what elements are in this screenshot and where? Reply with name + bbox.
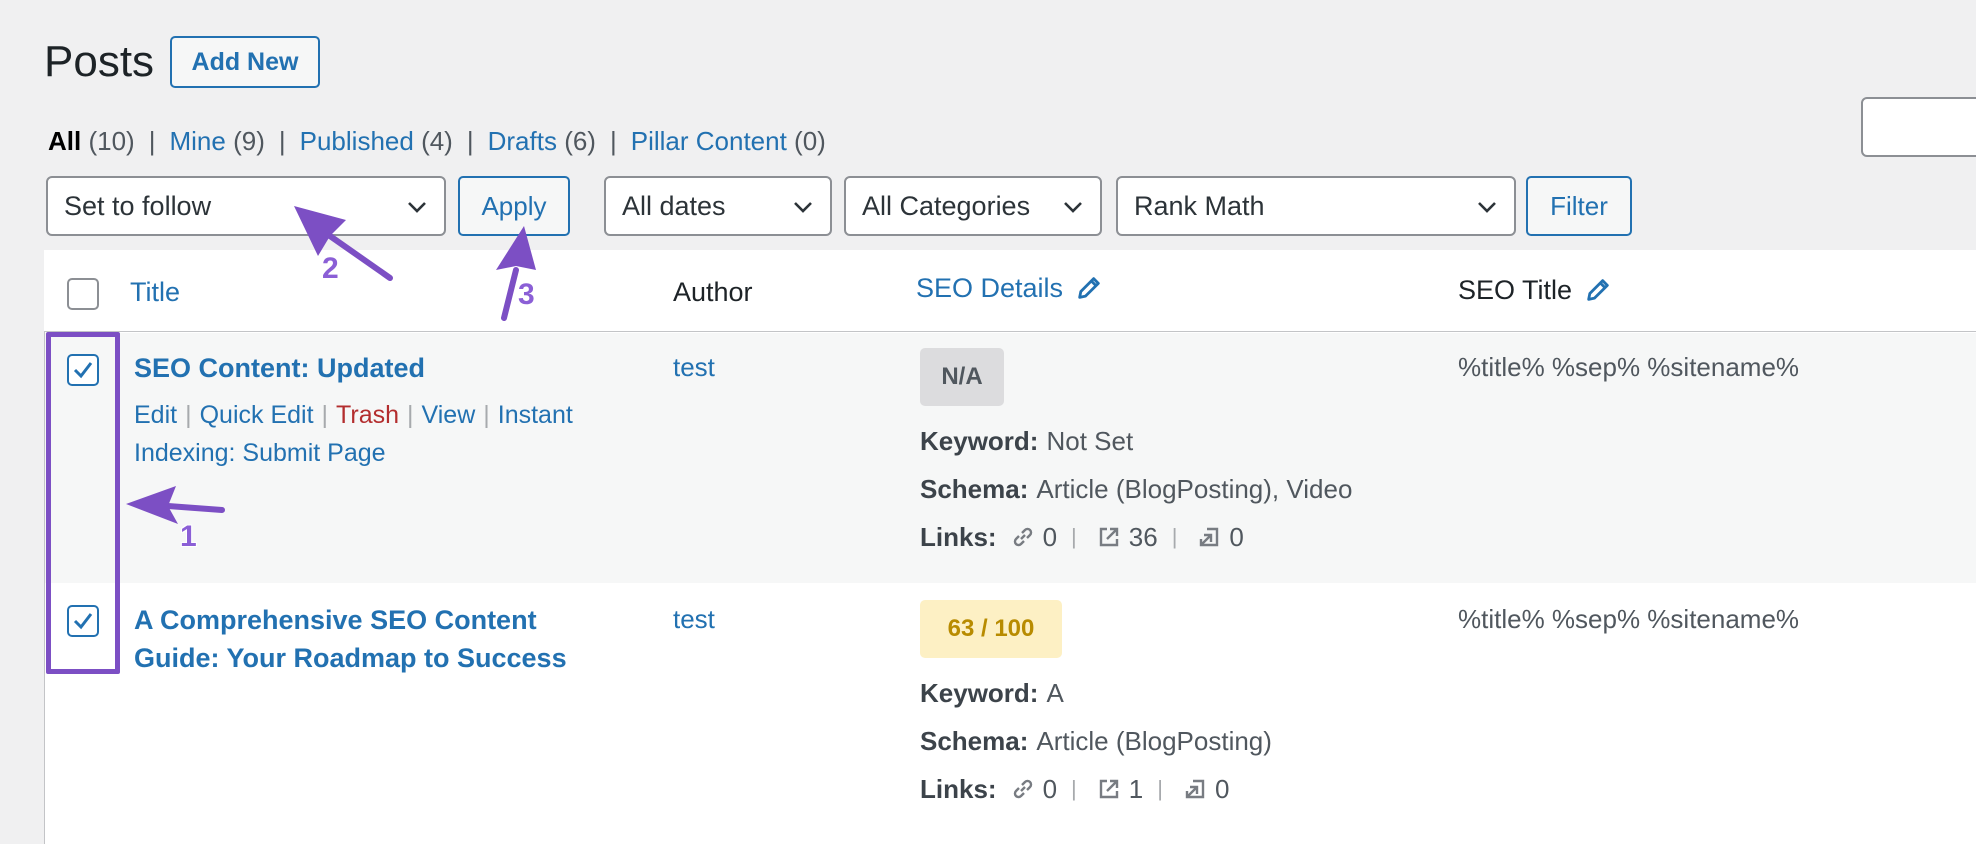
- annotation-step-2: 2: [322, 252, 339, 285]
- arrow-2-icon: [294, 206, 393, 281]
- annotation-step-1: 1: [180, 520, 197, 553]
- annotation-step-3: 3: [518, 278, 535, 311]
- arrow-1-icon: [126, 486, 225, 524]
- annotation-arrows: [126, 206, 536, 524]
